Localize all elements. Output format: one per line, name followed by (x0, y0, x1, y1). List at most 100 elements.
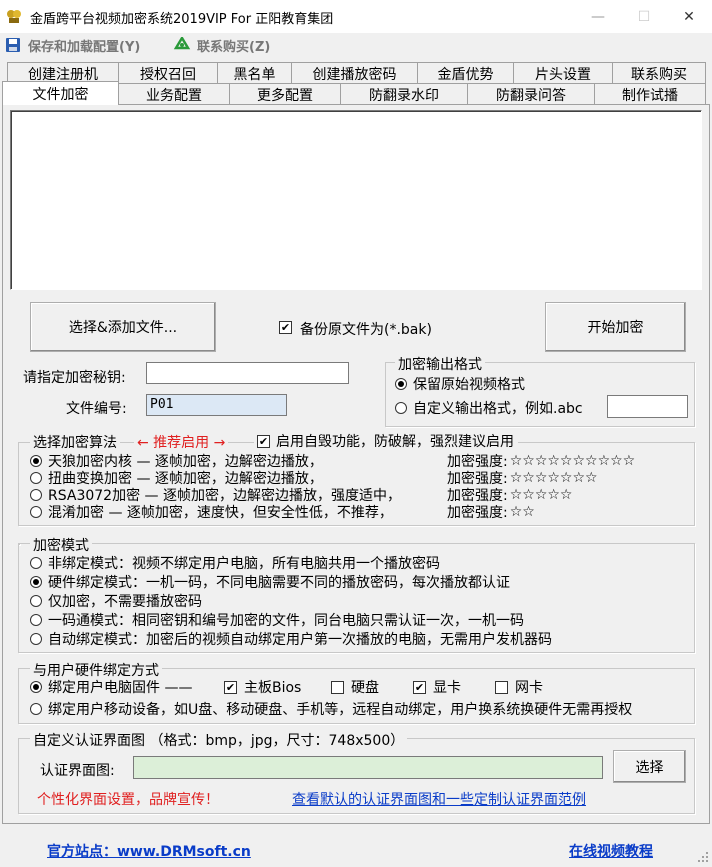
key-input[interactable] (146, 362, 349, 384)
start-encrypt-button[interactable]: 开始加密 (545, 302, 686, 352)
tab-blacklist[interactable]: 黑名单 (217, 62, 292, 84)
mode-radio-3[interactable] (30, 614, 42, 626)
algo-radio-0[interactable] (30, 455, 42, 467)
mode-label-0: 非绑定模式：视频不绑定用户电脑，所有电脑共用一个播放密码 (48, 556, 440, 572)
strength-stars-2: ☆☆☆☆☆ (509, 487, 573, 503)
bind-pc-radio[interactable] (30, 681, 42, 693)
video-tutorial-link[interactable]: 在线视频教程 (569, 841, 653, 861)
algorithm-title: 选择加密算法 (30, 432, 120, 452)
output-keep-option[interactable]: 保留原始视频格式 (395, 375, 525, 393)
menu-save-config[interactable]: 保存和加载配置(Y) (5, 35, 140, 55)
menu-buy[interactable]: 联系购买(Z) (173, 35, 270, 55)
auth-ui-samples-link[interactable]: 查看默认的认证界面图和一些定制认证界面范例 (292, 789, 586, 809)
self-destroy-option[interactable]: ✔ 启用自毁功能，防破解，强烈建议启用 (254, 432, 518, 450)
strength-stars-3: ☆☆ (509, 504, 535, 520)
mode-label-4: 自动绑定模式：加密后的视频自动绑定用户第一次播放的电脑，无需用户发机器码 (48, 632, 552, 648)
mode-option-3[interactable]: 一码通模式：相同密钥和编号加密的文件，同台电脑只需认证一次，一机一码 (30, 611, 524, 629)
mode-option-2[interactable]: 仅加密，不需要播放密码 (30, 592, 202, 610)
bind-pc-option[interactable]: 绑定用户电脑固件 —— (30, 678, 192, 696)
mode-option-4[interactable]: 自动绑定模式：加密后的视频自动绑定用户第一次播放的电脑，无需用户发机器码 (30, 630, 552, 648)
menu-buy-label: 联系购买(Z) (197, 39, 271, 55)
file-list[interactable] (10, 110, 702, 290)
tab-intro-settings[interactable]: 片头设置 (513, 62, 613, 84)
disk-label: 硬盘 (351, 680, 379, 696)
algo-label-3: 混淆加密 — 逐帧加密，速度快，但安全性低，不推荐， (48, 505, 393, 521)
mode-label-3: 一码通模式：相同密钥和编号加密的文件，同台电脑只需认证一次，一机一码 (48, 613, 524, 629)
backup-label: 备份原文件为(*.bak) (300, 322, 432, 338)
algo-radio-2[interactable] (30, 489, 42, 501)
algo-radio-1[interactable] (30, 472, 42, 484)
app-icon (6, 8, 22, 24)
auth-ui-path-input[interactable] (133, 756, 603, 779)
save-disk-icon (5, 37, 21, 53)
custom-ext-input[interactable] (607, 395, 688, 418)
bind-gpu-option[interactable]: ✔ 显卡 (413, 678, 461, 696)
key-label: 请指定加密秘钥: (23, 370, 126, 386)
bind-disk-option[interactable]: 硬盘 (331, 678, 379, 696)
resize-grip-icon[interactable] (696, 850, 710, 864)
mode-label-1: 硬件绑定模式：一机一码，不同电脑需要不同的播放密码，每次播放都认证 (48, 575, 510, 591)
mode-option-0[interactable]: 非绑定模式：视频不绑定用户电脑，所有电脑共用一个播放密码 (30, 554, 440, 572)
bind-nic-option[interactable]: 网卡 (495, 678, 543, 696)
close-button[interactable]: ✕ (666, 0, 712, 33)
mode-title: 加密模式 (30, 535, 92, 555)
tab-advantages[interactable]: 金盾优势 (417, 62, 514, 84)
tab-file-encrypt[interactable]: 文件加密 (2, 81, 119, 105)
tab-business-config[interactable]: 业务配置 (118, 83, 230, 105)
select-files-button[interactable]: 选择&添加文件... (30, 302, 216, 352)
bios-checkbox[interactable]: ✔ (224, 680, 237, 694)
mode-radio-0[interactable] (30, 557, 42, 569)
maximize-button[interactable]: ☐ (621, 0, 667, 33)
output-keep-radio[interactable] (395, 378, 407, 390)
strength-label-3: 加密强度: (447, 505, 508, 521)
algo-strength-3: 加密强度: ☆☆ (447, 503, 535, 521)
window-title: 金盾跨平台视频加密系统2019VIP For 正阳教育集团 (30, 12, 334, 27)
official-site-link[interactable]: 官方站点：www.DRMsoft.cn (47, 841, 251, 861)
self-destroy-label: 启用自毁功能，防破解，强烈建议启用 (276, 434, 514, 450)
nic-label: 网卡 (515, 680, 543, 696)
mode-label-2: 仅加密，不需要播放密码 (48, 594, 202, 610)
tab-auth-recall[interactable]: 授权召回 (118, 62, 218, 84)
self-destroy-checkbox[interactable]: ✔ (257, 434, 270, 448)
auth-ui-title: 自定义认证界面图 （格式：bmp，jpg，尺寸：748x500） (30, 730, 408, 750)
gpu-checkbox[interactable]: ✔ (413, 680, 426, 694)
tab-contact-buy[interactable]: 联系购买 (612, 62, 706, 84)
gpu-label: 显卡 (433, 680, 461, 696)
tab-make-trial[interactable]: 制作试播 (594, 83, 706, 105)
output-keep-label: 保留原始视频格式 (413, 377, 525, 393)
menu-save-config-label: 保存和加载配置(Y) (28, 39, 141, 55)
bind-mobile-option[interactable]: 绑定用户移动设备，如U盘、移动硬盘、手机等，远程自动绑定，用户换系统换硬件无需再… (30, 700, 632, 718)
output-custom-radio[interactable] (395, 402, 407, 414)
auth-ui-label: 认证界面图: (40, 763, 115, 779)
tab-anti-record-watermark[interactable]: 防翻录水印 (340, 83, 468, 105)
mode-radio-2[interactable] (30, 595, 42, 607)
auth-ui-select-button[interactable]: 选择 (613, 750, 686, 783)
file-no-label: 文件编号: (66, 401, 127, 417)
minimize-button[interactable]: — (575, 0, 621, 33)
mode-radio-4[interactable] (30, 633, 42, 645)
algo-option-3[interactable]: 混淆加密 — 逐帧加密，速度快，但安全性低，不推荐， (30, 503, 393, 521)
backup-checkbox[interactable]: ✔ (279, 321, 292, 334)
recommend-label: ← 推荐启用 → (134, 432, 229, 452)
bind-pc-label: 绑定用户电脑固件 —— (48, 680, 193, 696)
bios-label: 主板Bios (244, 680, 302, 696)
output-format-title: 加密输出格式 (395, 354, 485, 374)
mode-radio-1[interactable] (30, 576, 42, 588)
bind-mobile-label: 绑定用户移动设备，如U盘、移动硬盘、手机等，远程自动绑定，用户换系统换硬件无需再… (48, 702, 633, 718)
tab-more-config[interactable]: 更多配置 (229, 83, 341, 105)
algo-radio-3[interactable] (30, 506, 42, 518)
bind-bios-option[interactable]: ✔ 主板Bios (224, 678, 301, 696)
output-custom-option[interactable]: 自定义输出格式，例如.abc (395, 399, 583, 417)
mode-option-1[interactable]: 硬件绑定模式：一机一码，不同电脑需要不同的播放密码，每次播放都认证 (30, 573, 510, 591)
recycle-icon (173, 35, 191, 53)
output-custom-label: 自定义输出格式，例如.abc (413, 401, 583, 417)
brand-promo-text: 个性化界面设置，品牌宣传！ (37, 792, 219, 808)
strength-stars-0: ☆☆☆☆☆☆☆☆☆☆ (509, 453, 636, 469)
file-no-input[interactable]: P01 (146, 394, 287, 416)
tab-create-play-password[interactable]: 创建播放密码 (291, 62, 418, 84)
nic-checkbox[interactable] (495, 680, 508, 694)
disk-checkbox[interactable] (331, 680, 344, 694)
strength-stars-1: ☆☆☆☆☆☆☆ (509, 470, 598, 486)
bind-mobile-radio[interactable] (30, 703, 42, 715)
tab-anti-record-qa[interactable]: 防翻录问答 (467, 83, 595, 105)
